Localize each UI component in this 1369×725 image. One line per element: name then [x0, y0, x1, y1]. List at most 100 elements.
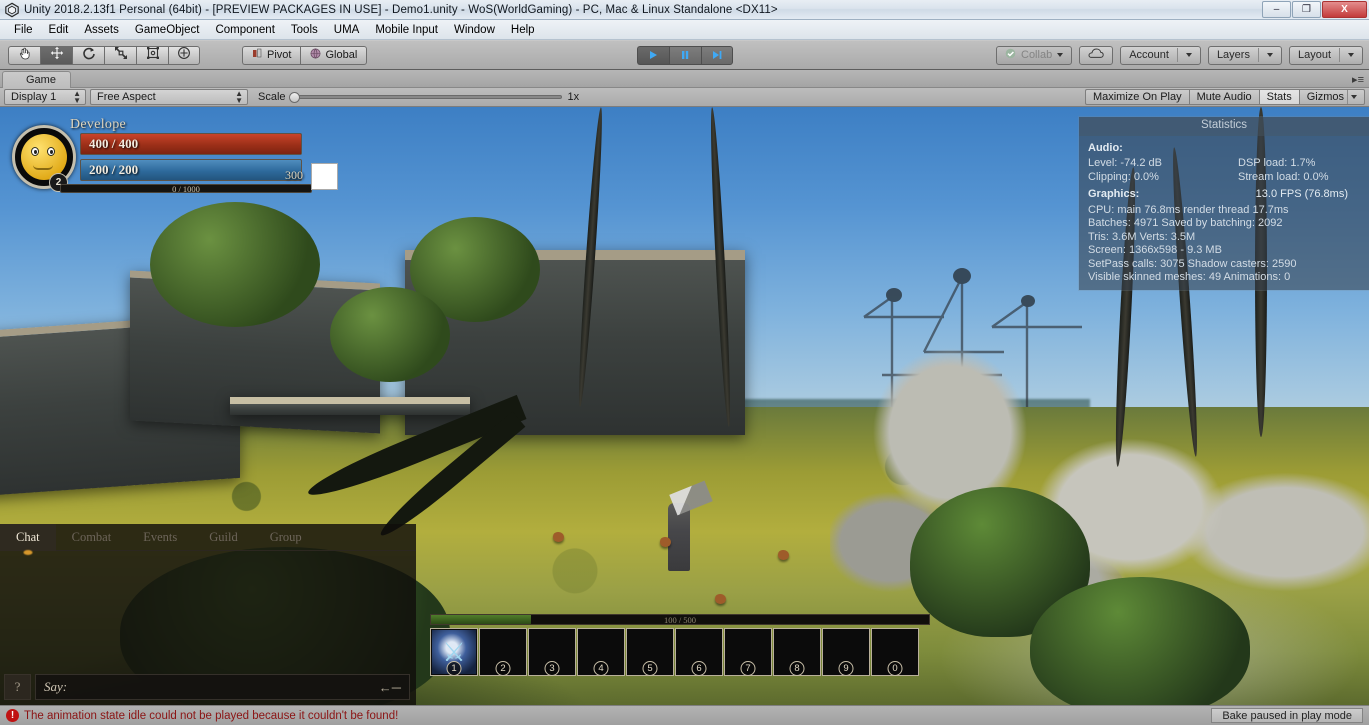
hotbar-slot-7[interactable]: 7: [724, 628, 772, 676]
graphics-heading: Graphics:: [1088, 188, 1140, 200]
cloud-button[interactable]: [1079, 45, 1114, 65]
account-button[interactable]: Account: [1120, 45, 1201, 65]
transform-icon: [177, 46, 191, 65]
menu-file[interactable]: File: [6, 22, 41, 38]
mute-audio-button[interactable]: Mute Audio: [1188, 89, 1259, 105]
chat-input[interactable]: Say: ←─: [35, 674, 410, 700]
aspect-dropdown[interactable]: Free Aspect ▲ ▼: [90, 89, 248, 105]
menu-edit[interactable]: Edit: [41, 22, 77, 38]
rect-tool-button[interactable]: [136, 45, 168, 65]
action-hotbar: 100 / 500 ⚔ 1 2 3 4 5 6 7 8 9 0: [430, 614, 930, 676]
cloud-icon: [1088, 48, 1104, 62]
play-controls: [636, 45, 733, 65]
game-view-options: Maximize On Play Mute Audio Stats Gizmos: [1084, 89, 1365, 105]
chat-tab-combat[interactable]: Combat: [56, 524, 128, 551]
scale-tool-button[interactable]: [104, 45, 136, 65]
game-tab-icon: [11, 74, 21, 87]
step-button[interactable]: [700, 45, 733, 65]
currency-icon[interactable]: [311, 163, 338, 190]
hand-tool-button[interactable]: [8, 45, 40, 65]
hotbar-xp-bar: 100 / 500: [430, 614, 930, 625]
chat-tab-group[interactable]: Group: [254, 524, 318, 551]
hotbar-slot-8[interactable]: 8: [773, 628, 821, 676]
restore-button[interactable]: ❐: [1292, 1, 1321, 18]
experience-value: 0 / 1000: [172, 183, 200, 194]
hand-icon: [18, 46, 32, 65]
play-button[interactable]: [636, 45, 669, 65]
chat-tab-guild[interactable]: Guild: [193, 524, 253, 551]
layers-button[interactable]: Layers: [1207, 45, 1282, 65]
scale-label: Scale: [258, 91, 286, 103]
gizmos-button[interactable]: Gizmos: [1298, 89, 1365, 105]
menu-assets[interactable]: Assets: [76, 22, 127, 38]
chat-help-button[interactable]: ?: [4, 674, 31, 700]
graphics-batches: Batches: 4971 Saved by batching: 2092: [1088, 217, 1283, 229]
collab-button[interactable]: Collab: [996, 45, 1073, 65]
chat-tab-chat[interactable]: Chat: [0, 524, 56, 551]
transform-tool-button[interactable]: [168, 45, 200, 65]
move-tool-button[interactable]: [40, 45, 72, 65]
rotate-tool-button[interactable]: [72, 45, 104, 65]
tab-game[interactable]: Game: [2, 71, 71, 88]
hotbar-slot-0[interactable]: 0: [871, 628, 919, 676]
chat-tab-events[interactable]: Events: [127, 524, 193, 551]
panel-menu-icon[interactable]: ▸≡: [1352, 73, 1364, 86]
chicken-npc: [715, 594, 726, 604]
chevron-down-icon: [1351, 95, 1357, 99]
menu-uma[interactable]: UMA: [326, 22, 368, 38]
close-button[interactable]: X: [1322, 1, 1367, 18]
main-toolbar: Pivot Global Collab Account Layers Layou…: [0, 41, 1369, 70]
audio-clipping: Clipping: 0.0%: [1088, 170, 1159, 183]
enter-arrow-icon[interactable]: ←─: [379, 680, 401, 695]
scale-value: 1x: [567, 91, 580, 103]
stats-button[interactable]: Stats: [1258, 89, 1299, 105]
collab-check-icon: [1005, 48, 1016, 62]
hotbar-slot-key: 4: [593, 661, 609, 676]
global-button[interactable]: Global: [300, 45, 368, 65]
hotbar-slot-1[interactable]: ⚔ 1: [430, 628, 478, 676]
layout-button[interactable]: Layout: [1288, 45, 1363, 65]
layers-label: Layers: [1216, 49, 1250, 61]
statistics-panel: Statistics Audio: Level: -74.2 dB DSP lo…: [1079, 117, 1369, 290]
health-bar: 400 / 400: [80, 133, 302, 155]
hotbar-slot-key: 8: [789, 661, 805, 676]
hotbar-slot-9[interactable]: 9: [822, 628, 870, 676]
mana-bar: 200 / 200: [80, 159, 302, 181]
hotbar-slot-2[interactable]: 2: [479, 628, 527, 676]
hotbar-slot-5[interactable]: 5: [626, 628, 674, 676]
menu-mobile-input[interactable]: Mobile Input: [367, 22, 446, 38]
portrait-mouth: [33, 165, 53, 170]
scale-slider-knob[interactable]: [288, 92, 300, 103]
move-arrows-icon: [50, 46, 64, 65]
hotbar-slot-4[interactable]: 4: [577, 628, 625, 676]
globe-icon: [310, 48, 321, 62]
menu-help[interactable]: Help: [503, 22, 543, 38]
status-message[interactable]: The animation state idle could not be pl…: [24, 710, 398, 722]
chat-message-log[interactable]: [0, 551, 416, 663]
unity-editor-window: Unity 2018.2.13f1 Personal (64bit) - [PR…: [0, 0, 1369, 725]
minimize-button[interactable]: –: [1262, 1, 1291, 18]
pause-button[interactable]: [668, 45, 701, 65]
aspect-label: Free Aspect: [97, 91, 156, 103]
menu-tools[interactable]: Tools: [283, 22, 326, 38]
chat-tab-bar: Chat Combat Events Guild Group: [0, 524, 416, 551]
menu-window[interactable]: Window: [446, 22, 503, 38]
gizmos-label: Gizmos: [1306, 91, 1344, 103]
unity-logo-icon: [4, 2, 20, 18]
menu-gameobject[interactable]: GameObject: [127, 22, 208, 38]
game-view-render[interactable]: Develope 2 400 / 400 200 / 200 0 / 1000: [0, 107, 1369, 705]
divider: [1339, 48, 1340, 62]
player-name: Develope: [70, 117, 127, 132]
display-dropdown[interactable]: Display 1 ▲ ▼: [4, 89, 86, 105]
divider: [1176, 48, 1178, 62]
fps-value: 13.0 FPS (76.8ms): [1255, 188, 1348, 200]
pivot-button[interactable]: Pivot: [242, 45, 301, 65]
hotbar-slot-3[interactable]: 3: [528, 628, 576, 676]
scale-slider[interactable]: [288, 92, 562, 103]
hotbar-slot-6[interactable]: 6: [675, 628, 723, 676]
menu-component[interactable]: Component: [207, 22, 282, 38]
toolbar-right-group: Collab Account Layers Layout: [996, 45, 1363, 65]
hotbar-slot-key: 0: [887, 661, 903, 676]
audio-row: Level: -74.2 dB DSP load: 1.7%: [1088, 157, 1360, 171]
maximize-on-play-button[interactable]: Maximize On Play: [1084, 89, 1189, 105]
